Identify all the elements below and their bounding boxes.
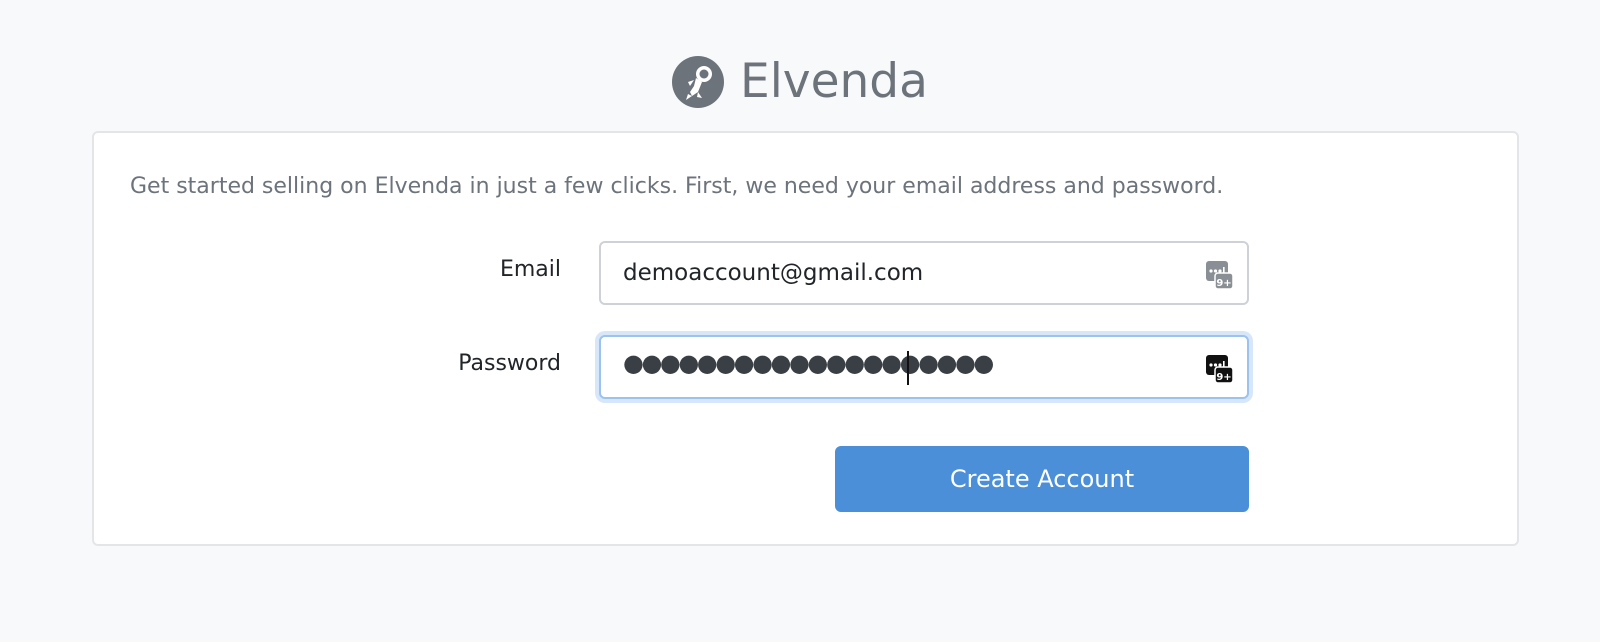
password-value: ●●●●●●●●●●●●●●●●●●●● xyxy=(623,349,994,377)
create-account-button[interactable]: Create Account xyxy=(835,446,1249,512)
password-manager-icon[interactable]: 9+ xyxy=(1205,259,1235,291)
brand-name: Elvenda xyxy=(740,54,928,109)
email-label: Email xyxy=(499,257,561,282)
astronaut-icon xyxy=(672,56,725,108)
signup-page: Elvenda Get started selling on Elvenda i… xyxy=(0,0,1600,642)
password-manager-badge: 9+ xyxy=(1216,278,1231,289)
brand-header: Elvenda xyxy=(0,56,1600,108)
password-label: Password xyxy=(458,351,561,376)
password-manager-badge: 9+ xyxy=(1216,372,1231,383)
signup-card: Get started selling on Elvenda in just a… xyxy=(92,131,1519,546)
intro-text: Get started selling on Elvenda in just a… xyxy=(130,174,1224,199)
text-caret xyxy=(907,351,909,385)
password-manager-icon[interactable]: 9+ xyxy=(1205,353,1235,385)
email-field[interactable]: demoaccount@gmail.com 9+ xyxy=(599,241,1249,305)
password-field[interactable]: ●●●●●●●●●●●●●●●●●●●● 9+ xyxy=(599,335,1249,399)
email-value: demoaccount@gmail.com xyxy=(623,260,924,286)
